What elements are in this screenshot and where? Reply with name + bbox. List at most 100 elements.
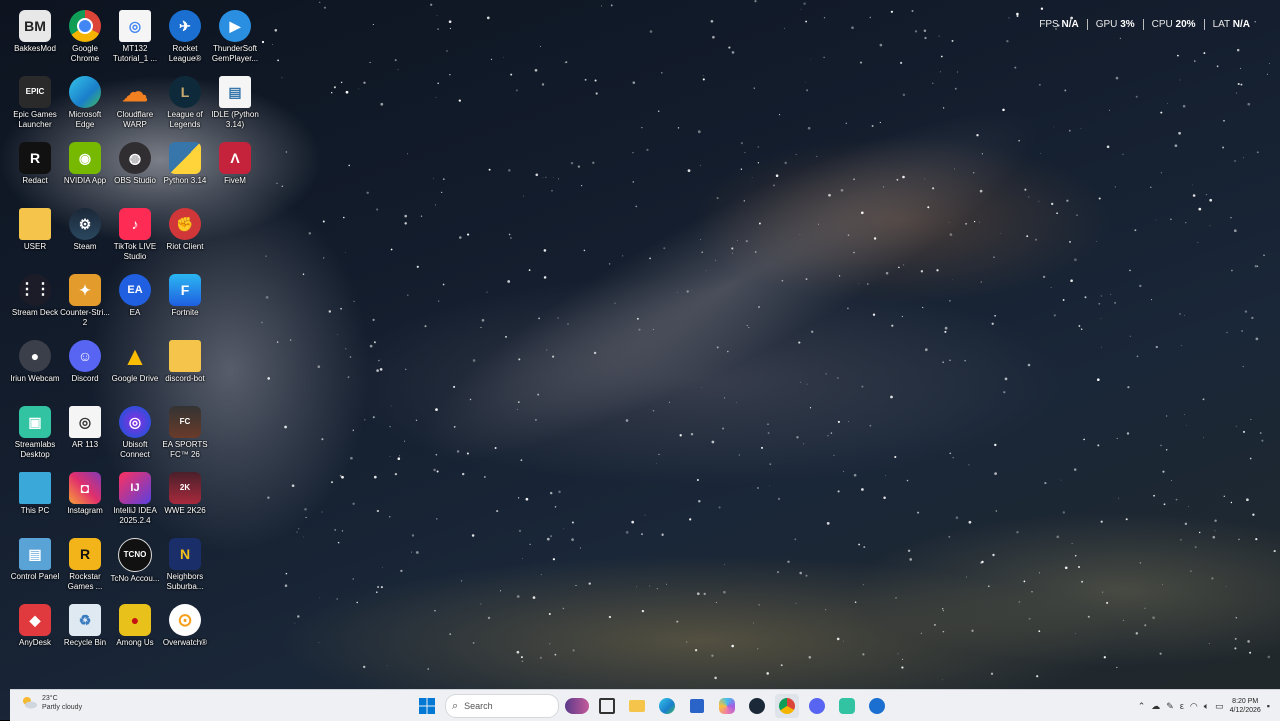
desktop-icon-ar113[interactable]: ◎ AR 113 — [60, 406, 110, 450]
taskbar-widget-game[interactable] — [565, 694, 589, 718]
desktop-icon-overwatch[interactable]: ⊙ Overwatch® — [160, 604, 210, 648]
desktop-icon-ea[interactable]: EA EA — [110, 274, 160, 318]
volume-icon[interactable]: 🔈︎ — [1204, 701, 1209, 712]
desktop-icon-instagram[interactable]: ◘ Instagram — [60, 472, 110, 516]
star — [898, 266, 900, 269]
star — [1179, 79, 1181, 81]
notification-icon[interactable]: ▪ — [1267, 701, 1270, 711]
desktop-icon-among-us[interactable]: ● Among Us — [110, 604, 160, 648]
star — [284, 584, 288, 587]
star — [652, 328, 654, 330]
desktop-icon-thundersoft[interactable]: ▶ ThunderSoft GemPlayer... — [210, 10, 260, 64]
star — [456, 450, 460, 453]
desktop-icon-tcno[interactable]: TCNO TcNo Accou... — [110, 538, 160, 584]
desktop-icon-iriun-webcam[interactable]: ● Iriun Webcam — [10, 340, 60, 384]
taskbar-chrome[interactable] — [775, 694, 799, 718]
desktop-icon-this-pc[interactable]: This PC — [10, 472, 60, 516]
desktop-icon-nvidia-app[interactable]: ◉ NVIDIA App — [60, 142, 110, 186]
star — [390, 248, 393, 251]
star — [1002, 108, 1005, 112]
anydesk-icon: ◆ — [19, 604, 51, 636]
task-view-button[interactable] — [595, 694, 619, 718]
desktop-icon-anydesk[interactable]: ◆ AnyDesk — [10, 604, 60, 648]
star — [861, 385, 864, 388]
star — [641, 609, 645, 613]
desktop-icon-league-of-legends[interactable]: L League of Legends — [160, 76, 210, 130]
desktop-icon-ubisoft-connect[interactable]: ◎ Ubisoft Connect — [110, 406, 160, 460]
desktop-icon-streamlabs[interactable]: ▣ Streamlabs Desktop — [10, 406, 60, 460]
desktop-icon-user-folder[interactable]: USER — [10, 208, 60, 252]
desktop-icon-intellij[interactable]: IJ IntelliJ IDEA 2025.2.4 — [110, 472, 160, 526]
desktop-icon-bakkesmod[interactable]: BM BakkesMod — [10, 10, 60, 54]
star — [1125, 518, 1128, 521]
tcno-icon: TCNO — [118, 538, 152, 572]
star — [1230, 501, 1233, 504]
taskbar-steam[interactable] — [745, 694, 769, 718]
chevron-up-icon[interactable]: ⌃ — [1138, 701, 1146, 712]
taskbar-store[interactable] — [685, 694, 709, 718]
language-icon[interactable]: ε — [1180, 701, 1184, 711]
desktop-icon-stream-deck[interactable]: ⋮⋮ Stream Deck — [10, 274, 60, 318]
star — [724, 397, 726, 399]
desktop-icon-cloudflare-warp[interactable]: ☁ Cloudflare WARP — [110, 76, 160, 130]
taskbar-rocket-league[interactable] — [865, 694, 889, 718]
taskbar-discord[interactable] — [805, 694, 829, 718]
desktop-icon-counter-strike[interactable]: ✦ Counter-Stri... 2 — [60, 274, 110, 328]
star — [480, 603, 482, 605]
desktop-icon-fivem[interactable]: Λ FiveM — [210, 142, 260, 186]
desktop-icon-python[interactable]: Python 3.14 — [160, 142, 210, 186]
desktop-icon-microsoft-edge[interactable]: Microsoft Edge — [60, 76, 110, 130]
desktop-icon-rockstar[interactable]: R Rockstar Games ... — [60, 538, 110, 592]
cloud-sync-icon[interactable]: ☁ — [1151, 701, 1160, 712]
among-us-icon: ● — [119, 604, 151, 636]
star — [1110, 293, 1112, 296]
taskbar-clock[interactable]: 8:20 PM 4/12/2026 — [1230, 697, 1261, 715]
desktop-icon-control-panel[interactable]: ▤ Control Panel — [10, 538, 60, 582]
desktop-icon-rocket-league[interactable]: ✈ Rocket League® — [160, 10, 210, 64]
rockstar-icon: R — [69, 538, 101, 570]
star — [1031, 591, 1033, 593]
taskbar-streamlabs[interactable] — [835, 694, 859, 718]
weather-widget[interactable]: 23°C Partly cloudy — [20, 694, 82, 712]
pen-icon[interactable]: ✎ — [1166, 701, 1174, 712]
desktop-icon-discord-bot[interactable]: discord-bot — [160, 340, 210, 384]
desktop-icon-fortnite[interactable]: F Fortnite — [160, 274, 210, 318]
star — [1006, 39, 1009, 43]
desktop-icon-epic-games[interactable]: EPIC Epic Games Launcher — [10, 76, 60, 130]
taskbar-copilot[interactable] — [715, 694, 739, 718]
folder-icon — [19, 208, 51, 240]
wifi-icon[interactable]: ◠ — [1190, 701, 1198, 712]
desktop-icon-tiktok-live[interactable]: ♪ TikTok LIVE Studio — [110, 208, 160, 262]
star — [436, 518, 438, 520]
star — [297, 615, 300, 618]
battery-icon[interactable]: ▭ — [1215, 701, 1224, 712]
star — [1163, 503, 1166, 506]
desktop-icon-recycle-bin[interactable]: ♻ Recycle Bin — [60, 604, 110, 648]
desktop-icon-ea-sports-fc[interactable]: FC EA SPORTS FC™ 26 — [160, 406, 210, 460]
star — [416, 265, 419, 268]
desktop-icon-riot-client[interactable]: ✊ Riot Client — [160, 208, 210, 252]
star — [781, 279, 784, 282]
taskbar-search[interactable]: ⌕ Search — [445, 694, 559, 718]
desktop-icon-neighbors[interactable]: N Neighbors Suburba... — [160, 538, 210, 592]
star — [942, 679, 943, 681]
desktop-icon-mt132[interactable]: ◎ MT132 Tutorial_1 ... — [110, 10, 160, 64]
taskbar-edge[interactable] — [655, 694, 679, 718]
desktop-icon-idle-python[interactable]: ▤ IDLE (Python 3.14) — [210, 76, 260, 130]
star — [1039, 572, 1040, 574]
star — [614, 302, 616, 304]
star — [744, 151, 746, 153]
desktop-icon-redact[interactable]: R Redact — [10, 142, 60, 186]
taskbar-file-explorer[interactable] — [625, 694, 649, 718]
star — [954, 168, 955, 170]
desktop-icon-wwe2k26[interactable]: 2K WWE 2K26 — [160, 472, 210, 516]
desktop-icon-google-drive[interactable]: ▲ Google Drive — [110, 340, 160, 384]
discord-icon — [809, 698, 825, 714]
start-button[interactable] — [415, 694, 439, 718]
desktop-icon-steam[interactable]: ⚙ Steam — [60, 208, 110, 252]
desktop-icon-google-chrome[interactable]: Google Chrome — [60, 10, 110, 64]
star — [1122, 619, 1125, 622]
desktop-icon-obs-studio[interactable]: ◍ OBS Studio — [110, 142, 160, 186]
star — [1129, 269, 1131, 272]
desktop-icon-discord[interactable]: ☺ Discord — [60, 340, 110, 384]
